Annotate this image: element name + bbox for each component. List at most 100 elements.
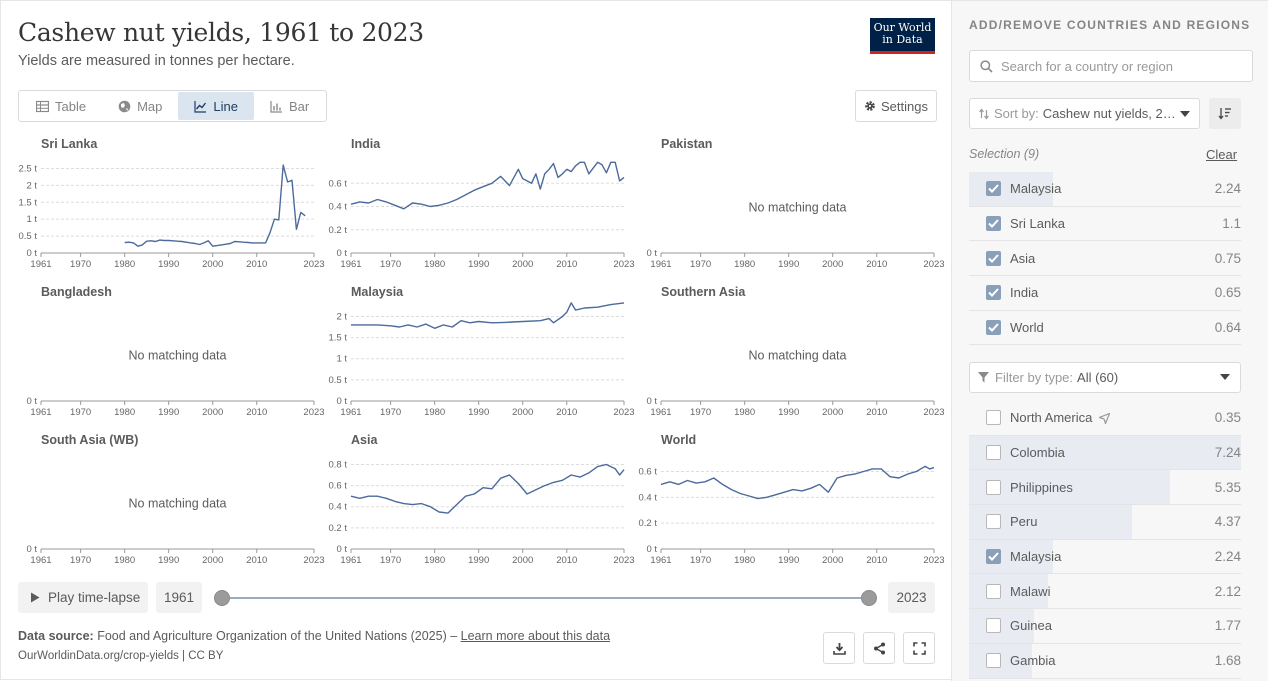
entity-row[interactable]: Philippines 5.35	[969, 470, 1241, 506]
no-data-message: No matching data	[129, 497, 227, 511]
entity-row[interactable]: India 0.65	[969, 276, 1241, 311]
x-tick-label: 2023	[613, 555, 634, 566]
timeline-track[interactable]	[222, 597, 869, 599]
entity-row[interactable]: Gambia 1.68	[969, 643, 1241, 679]
share-button[interactable]	[863, 632, 895, 664]
entity-checkbox[interactable]	[986, 514, 1001, 530]
entity-checkbox[interactable]	[986, 479, 1001, 495]
x-tick-label: 1961	[30, 259, 51, 270]
entity-name: Gambia	[1010, 653, 1056, 669]
x-tick-label: 2010	[246, 259, 267, 270]
entity-row[interactable]: Malawi 2.12	[969, 574, 1241, 610]
facet-title: Sri Lanka	[41, 137, 98, 151]
download-button[interactable]	[823, 632, 855, 664]
x-tick-label: 2023	[613, 259, 634, 270]
filter-type-dropdown[interactable]: Filter by type: All (60)	[969, 362, 1241, 393]
entity-row[interactable]: World 0.64	[969, 311, 1241, 346]
chart-panel-sri-lanka: Sri Lanka 0 t 0.5 t 1 t 1.5 t 2 t 2.5 t 1961 197…	[19, 137, 325, 270]
entity-checkbox[interactable]	[986, 285, 1001, 301]
sort-label: Sort by:	[994, 106, 1039, 121]
app-frame: Cashew nut yields, 1961 to 2023 Yields a…	[0, 0, 1268, 681]
x-tick-label: 2000	[512, 259, 533, 270]
x-tick-label: 1970	[380, 555, 401, 566]
y-tick-label: 0.2 t	[329, 225, 348, 236]
clear-selection-link[interactable]: Clear	[1206, 147, 1237, 162]
entity-checkbox[interactable]	[986, 653, 1001, 669]
no-data-message: No matching data	[749, 201, 847, 215]
share-icon	[873, 642, 885, 654]
entity-checkbox[interactable]	[986, 216, 1001, 232]
entity-checkbox[interactable]	[986, 181, 1001, 197]
fullscreen-button[interactable]	[903, 632, 935, 664]
facet-title: Asia	[351, 433, 378, 447]
search-placeholder: Search for a country or region	[1001, 58, 1173, 74]
checkmark-icon	[988, 552, 999, 562]
entity-row[interactable]: Malaysia 2.24	[969, 539, 1241, 575]
facet-title: India	[351, 137, 381, 151]
entity-checkbox[interactable]	[986, 549, 1001, 565]
chart-panel-malaysia: Malaysia 0 t 0.5 t 1 t 1.5 t 2 t 1961 1970 1980 1…	[329, 285, 635, 418]
chart-panel-southern-asia: Southern Asia 0 t1961 1970 1980 1990 2000 2010…	[646, 285, 944, 418]
chevron-down-icon	[1180, 111, 1190, 117]
x-tick-label: 1990	[158, 407, 179, 418]
x-tick-label: 1980	[424, 259, 445, 270]
filter-icon	[978, 372, 989, 383]
x-tick-label: 1961	[650, 407, 671, 418]
chart-url[interactable]: OurWorldinData.org/crop-yields | CC BY	[18, 650, 223, 662]
sort-dropdown[interactable]: Sort by: Cashew nut yields, 2…	[969, 98, 1200, 129]
entity-row[interactable]: Malaysia 2.24	[969, 172, 1241, 207]
chart-panel-asia: Asia 0 t 0.2 t 0.4 t 0.6 t 0.8 t 1961 1970 1980 1…	[329, 433, 635, 566]
entity-row[interactable]: Colombia 7.24	[969, 435, 1241, 471]
timeline-end-handle[interactable]	[861, 590, 877, 606]
entity-checkbox[interactable]	[986, 618, 1001, 634]
entity-checkbox[interactable]	[986, 583, 1001, 599]
entity-checkbox[interactable]	[986, 445, 1001, 461]
entity-row[interactable]: North America 0.35	[969, 401, 1241, 436]
x-tick-label: 1970	[70, 259, 91, 270]
play-timelapse-button[interactable]: Play time-lapse	[18, 582, 148, 613]
chart-panel-bangladesh: Bangladesh 0 t1961 1970 1980 1990 2000 2010 202…	[26, 285, 324, 418]
sort-order-button[interactable]	[1209, 98, 1241, 129]
x-tick-label: 1980	[424, 407, 445, 418]
entity-checkbox[interactable]	[986, 320, 1001, 336]
x-tick-label: 2023	[303, 407, 324, 418]
entity-name: Colombia	[1010, 445, 1065, 461]
x-tick-label: 1970	[690, 407, 711, 418]
x-tick-label: 1970	[690, 259, 711, 270]
series-line	[350, 463, 625, 514]
entity-checkbox[interactable]	[986, 250, 1001, 266]
x-tick-label: 1961	[30, 555, 51, 566]
entity-row[interactable]: Sri Lanka 1.1	[969, 207, 1241, 242]
timeline-end-year[interactable]: 2023	[888, 582, 935, 613]
x-tick-label: 1990	[778, 407, 799, 418]
timeline-start-handle[interactable]	[214, 590, 230, 606]
timeline-start-year[interactable]: 1961	[156, 582, 202, 613]
y-tick-label: 0 t	[26, 544, 37, 555]
x-tick-label: 2000	[512, 555, 533, 566]
entity-row[interactable]: Asia 0.75	[969, 241, 1241, 277]
search-input[interactable]: Search for a country or region	[969, 50, 1253, 82]
entity-checkbox[interactable]	[986, 410, 1001, 426]
x-tick-label: 2023	[613, 407, 634, 418]
entity-row[interactable]: Guinea 1.77	[969, 609, 1241, 644]
x-tick-label: 1961	[30, 407, 51, 418]
x-tick-label: 2000	[202, 259, 223, 270]
x-tick-label: 1990	[468, 407, 489, 418]
learn-more-link[interactable]: Learn more about this data	[461, 629, 610, 643]
x-tick-label: 2000	[202, 555, 223, 566]
chart-panel-south-asia-wb-: South Asia (WB) 0 t1961 1970 1980 1990 2000 20…	[26, 433, 324, 566]
facet-title: Southern Asia	[661, 285, 746, 299]
entity-row[interactable]: Peru 4.37	[969, 505, 1241, 540]
chevron-down-icon	[1220, 374, 1230, 380]
x-tick-label: 2010	[866, 259, 887, 270]
x-tick-label: 1961	[340, 259, 361, 270]
x-tick-label: 2010	[556, 555, 577, 566]
x-tick-label: 2000	[202, 407, 223, 418]
entity-name: Sri Lanka	[1010, 216, 1065, 232]
selection-count: Selection (9)	[969, 147, 1040, 161]
y-tick-label: 0 t	[336, 396, 347, 407]
y-tick-label: 0.6 t	[639, 467, 658, 478]
facet-title: World	[661, 433, 696, 447]
x-tick-label: 2000	[822, 555, 843, 566]
search-icon	[980, 59, 993, 73]
